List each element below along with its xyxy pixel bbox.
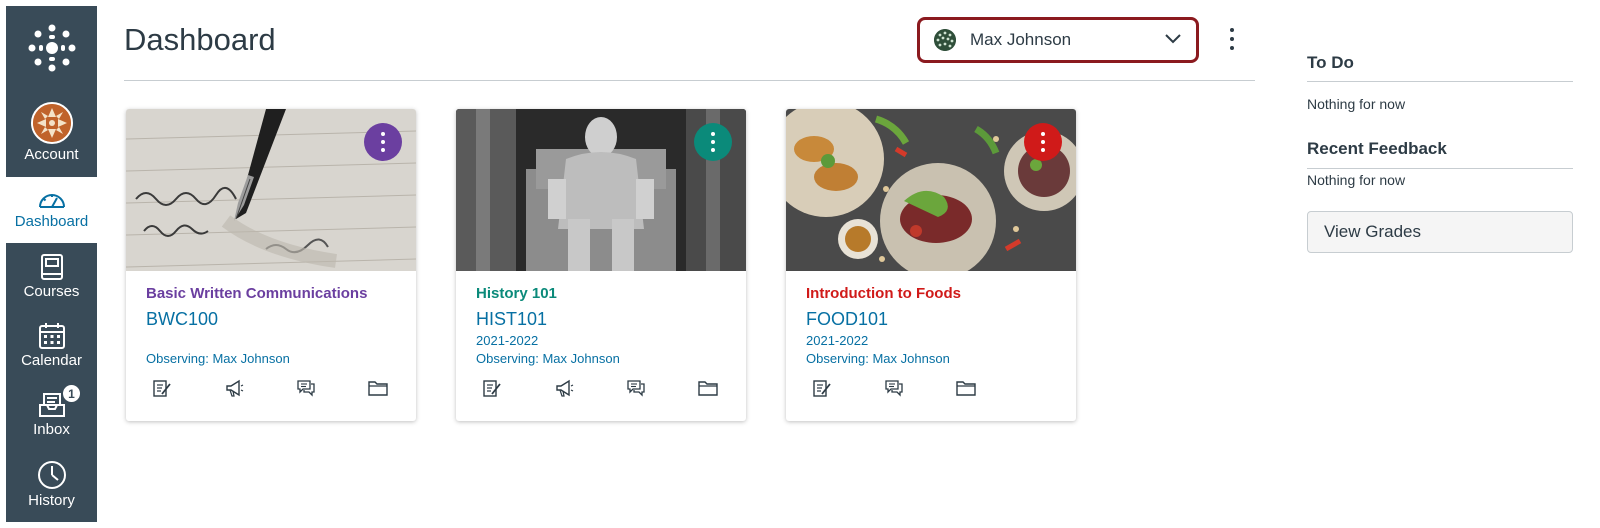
card-options-kebab-icon[interactable] [694,123,732,161]
observing-label: Observing: Max Johnson [476,351,620,366]
nav-history[interactable]: History [6,452,97,518]
course-code[interactable]: HIST101 [476,309,726,330]
course-name[interactable]: Introduction to Foods [806,285,1056,302]
nav-account-label: Account [24,146,79,163]
course-name[interactable]: History 101 [476,285,726,302]
nav-dashboard-label: Dashboard [14,213,89,230]
assignments-icon[interactable] [482,378,502,398]
canvas-logo[interactable] [6,6,97,90]
nav-calendar[interactable]: Calendar [6,314,97,380]
nav-inbox[interactable]: 1 Inbox [6,383,97,449]
canvas-logo-icon [28,24,75,72]
observer-name: Max Johnson [970,30,1072,49]
todo-divider [1307,81,1573,82]
course-term: 2021-2022 [806,333,869,348]
observing-label: Observing: Max Johnson [806,351,950,366]
recent-feedback-heading: Recent Feedback [1307,139,1447,158]
nav-calendar-label: Calendar [21,352,82,369]
avatar [30,102,73,144]
chevron-down-icon [1165,34,1181,44]
page-title: Dashboard [124,22,276,57]
avatar-pattern-icon [32,104,71,142]
course-image-pen-writing[interactable] [126,109,416,271]
nav-account[interactable]: Account [6,98,97,176]
history-clock-icon [37,461,66,489]
todo-empty-message: Nothing for now [1307,96,1406,112]
courses-book-icon [40,254,63,280]
card-options-kebab-icon[interactable] [1024,123,1062,161]
assignments-icon[interactable] [812,378,832,398]
course-term: 2021-2022 [476,333,539,348]
nav-dashboard[interactable]: Dashboard [6,177,97,243]
card-options-kebab-icon[interactable] [364,123,402,161]
files-folder-icon[interactable] [368,378,388,398]
nav-inbox-label: Inbox [33,421,70,438]
calendar-icon [38,323,65,349]
todo-heading: To Do [1307,53,1354,72]
course-code[interactable]: BWC100 [146,309,396,330]
announcements-megaphone-icon[interactable] [554,378,574,398]
observer-select[interactable]: Max Johnson [917,17,1199,63]
announcements-megaphone-icon[interactable] [224,378,244,398]
course-image-lincoln-statue[interactable] [456,109,746,271]
assignments-icon[interactable] [152,378,172,398]
course-image-food-plates[interactable] [786,109,1076,271]
view-grades-button[interactable]: View Grades [1307,211,1573,253]
discussions-icon[interactable] [884,378,904,398]
dashboard-options-kebab-icon[interactable] [1222,24,1242,54]
discussions-icon[interactable] [296,378,316,398]
files-folder-icon[interactable] [698,378,718,398]
observing-label: Observing: Max Johnson [146,351,290,366]
course-term [146,333,396,348]
nav-history-label: History [28,492,75,509]
inbox-unread-badge: 1 [61,383,82,404]
observer-avatar-icon [934,29,956,51]
recent-feedback-empty-message: Nothing for now [1307,172,1406,188]
nav-courses[interactable]: Courses [6,245,97,311]
files-folder-icon[interactable] [956,378,976,398]
course-code[interactable]: FOOD101 [806,309,1056,330]
nav-courses-label: Courses [23,283,80,300]
dashboard-gauge-icon [38,194,65,208]
course-card-hist101[interactable]: History 101 HIST101 2021-2022 Observing:… [456,109,746,421]
header-divider [124,80,1255,81]
recent-feedback-divider [1307,168,1573,169]
course-name[interactable]: Basic Written Communications [146,285,396,302]
course-card-bwc100[interactable]: Basic Written Communications BWC100 Obse… [126,109,416,421]
discussions-icon[interactable] [626,378,646,398]
course-card-food101[interactable]: Introduction to Foods FOOD101 2021-2022 … [786,109,1076,421]
global-nav: Account Dashboard Courses Calendar 1 Inb… [6,6,97,522]
